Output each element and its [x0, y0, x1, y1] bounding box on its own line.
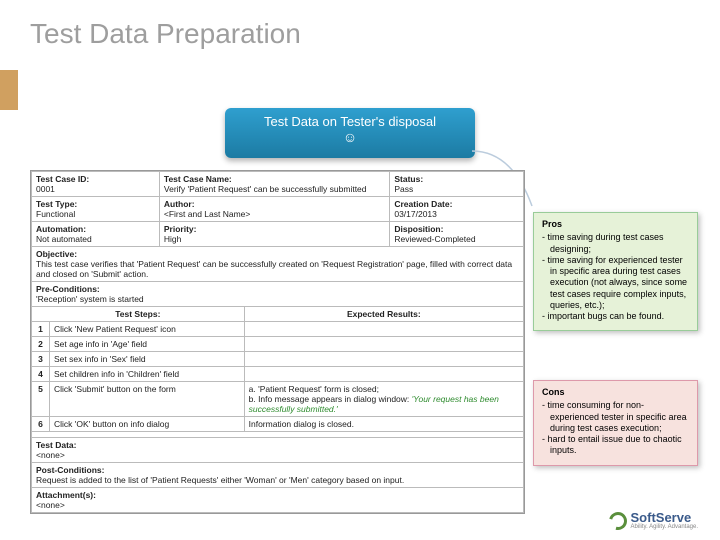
exp-b: b. Info message appears in dialog window…: [249, 394, 519, 414]
tc-id-label: Test Case ID:: [36, 174, 89, 184]
banner-line1: Test Data on Tester's disposal: [225, 114, 475, 129]
postcond-value: Request is added to the list of 'Patient…: [36, 475, 404, 485]
step-exp: [244, 337, 523, 352]
cons-panel: Cons time consuming for non-experienced …: [533, 380, 698, 466]
tc-prio-value: High: [164, 234, 181, 244]
tc-pre-label: Pre-Conditions:: [36, 284, 100, 294]
tc-author-value: <First and Last Name>: [164, 209, 250, 219]
step-exp: Information dialog is closed.: [244, 417, 523, 432]
step-text: Click 'Submit' button on the form: [50, 382, 245, 417]
cons-heading: Cons: [542, 387, 689, 398]
step-num: 5: [32, 382, 50, 417]
exp-a: a. 'Patient Request' form is closed;: [249, 384, 519, 394]
steps-header: Test Steps:: [32, 307, 245, 322]
softserve-logo: SoftServe Ability. Agility. Advantage.: [609, 511, 698, 530]
accent-bar: [0, 70, 18, 110]
step-exp: [244, 322, 523, 337]
step-text: Set children info in 'Children' field: [50, 367, 245, 382]
step-exp: a. 'Patient Request' form is closed; b. …: [244, 382, 523, 417]
step-exp: [244, 367, 523, 382]
step-num: 4: [32, 367, 50, 382]
tc-name-value: Verify 'Patient Request' can be successf…: [164, 184, 367, 194]
attach-label: Attachment(s):: [36, 490, 96, 500]
tc-status-label: Status:: [394, 174, 423, 184]
tc-obj-value: This test case verifies that 'Patient Re…: [36, 259, 512, 279]
tc-auto-value: Not automated: [36, 234, 92, 244]
tc-auto-label: Automation:: [36, 224, 86, 234]
tc-name-label: Test Case Name:: [164, 174, 232, 184]
step-num: 3: [32, 352, 50, 367]
tc-type-label: Test Type:: [36, 199, 77, 209]
tc-disp-value: Reviewed-Completed: [394, 234, 475, 244]
test-case-table: Test Case ID:0001 Test Case Name:Verify …: [30, 170, 525, 514]
tc-cdate-label: Creation Date:: [394, 199, 452, 209]
tc-cdate-value: 03/17/2013: [394, 209, 437, 219]
step-num: 1: [32, 322, 50, 337]
logo-mark-icon: [605, 508, 630, 533]
tc-type-value: Functional: [36, 209, 75, 219]
testdata-value: <none>: [36, 450, 65, 460]
postcond-label: Post-Conditions:: [36, 465, 104, 475]
disposal-banner: Test Data on Tester's disposal ☺: [225, 108, 475, 158]
step-text: Click 'OK' button on info dialog: [50, 417, 245, 432]
list-item: important bugs can be found.: [550, 311, 689, 322]
tc-author-label: Author:: [164, 199, 195, 209]
step-text: Set age info in 'Age' field: [50, 337, 245, 352]
logo-name: SoftServe: [631, 511, 698, 524]
smile-icon: ☺: [225, 129, 475, 145]
pros-panel: Pros time saving during test cases desig…: [533, 212, 698, 331]
tc-status-value: Pass: [394, 184, 413, 194]
pros-list: time saving during test cases designing;…: [542, 232, 689, 322]
step-text: Click 'New Patient Request' icon: [50, 322, 245, 337]
step-num: 6: [32, 417, 50, 432]
tc-id-value: 0001: [36, 184, 55, 194]
list-item: time saving for experienced tester in sp…: [550, 255, 689, 311]
tc-pre-value: 'Reception' system is started: [36, 294, 144, 304]
list-item: time consuming for non-experienced teste…: [550, 400, 689, 434]
list-item: hard to entail issue due to chaotic inpu…: [550, 434, 689, 457]
step-exp: [244, 352, 523, 367]
tc-disp-label: Disposition:: [394, 224, 443, 234]
step-text: Set sex info in 'Sex' field: [50, 352, 245, 367]
attach-value: <none>: [36, 500, 65, 510]
testdata-label: Test Data:: [36, 440, 76, 450]
step-num: 2: [32, 337, 50, 352]
page-title: Test Data Preparation: [0, 0, 720, 64]
tc-prio-label: Priority:: [164, 224, 197, 234]
logo-tagline: Ability. Agility. Advantage.: [631, 524, 698, 530]
tc-obj-label: Objective:: [36, 249, 77, 259]
pros-heading: Pros: [542, 219, 689, 230]
cons-list: time consuming for non-experienced teste…: [542, 400, 689, 456]
list-item: time saving during test cases designing;: [550, 232, 689, 255]
expected-header: Expected Results:: [244, 307, 523, 322]
